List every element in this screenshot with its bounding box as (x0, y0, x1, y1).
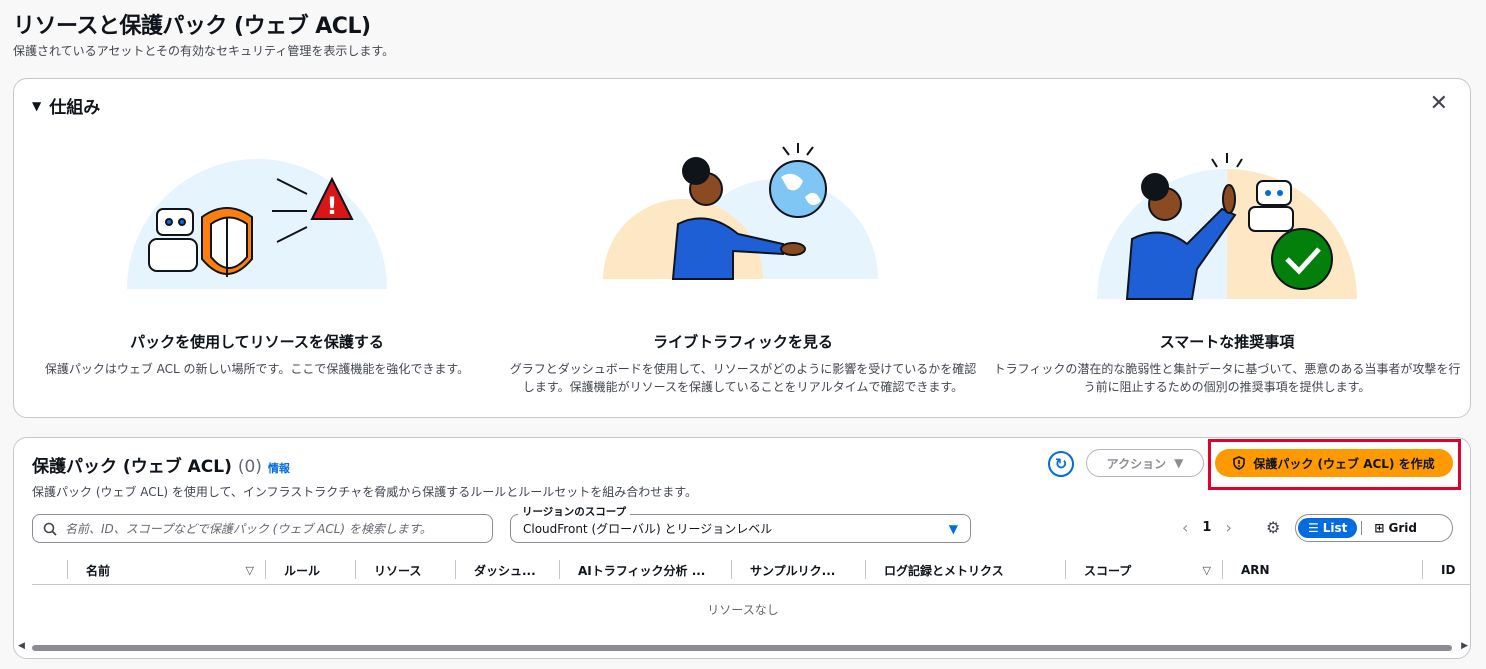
column-header-id[interactable]: ID (1423, 555, 1470, 585)
grid-icon: ⊞ (1374, 521, 1385, 535)
search-box (32, 514, 493, 543)
shield-icon (1233, 456, 1246, 470)
person-globe-illustration (603, 143, 878, 280)
sort-icon[interactable]: ▽ (246, 564, 254, 577)
view-list-button[interactable]: ☰ List (1298, 518, 1358, 538)
scope-value: CloudFront (グローバル) とリージョンレベル (523, 522, 773, 536)
how-it-works-title: 仕組み (49, 98, 101, 118)
feature-smart-recommendations: スマートな推奨事項 トラフィックの潜在的な脆弱性と集計データに基づいて、悪意のあ… (992, 139, 1462, 396)
page-title: リソースと保護パック (ウェブ ACL) (13, 14, 371, 39)
page-description: 保護されているアセットとその有効なセキュリティ管理を表示します。 (13, 44, 395, 58)
column-header-ai-traffic[interactable]: AIトラフィック分析 ... (560, 555, 732, 585)
chevron-left-icon[interactable]: ‹ (1182, 518, 1188, 537)
caret-down-icon: ▼ (948, 521, 958, 536)
column-header-name[interactable]: 名前 ▽ (68, 555, 266, 585)
table-description: 保護パック (ウェブ ACL) を使用して、インフラストラクチャを脅威から保護す… (32, 485, 697, 499)
feature-title: スマートな推奨事項 (1159, 333, 1295, 351)
caret-down-icon: ▼ (1174, 456, 1184, 470)
how-it-works-toggle[interactable]: ▼ 仕組み (32, 93, 100, 118)
view-toggle: ☰ List ⊞ Grid (1295, 514, 1453, 542)
pagination: ‹ 1 › (1182, 518, 1232, 537)
column-header-resources[interactable]: リソース (356, 555, 456, 585)
sort-icon[interactable]: ▽ (1203, 564, 1211, 577)
feature-title: ライブトラフィックを見る (653, 333, 833, 351)
close-icon[interactable]: ✕ (1430, 93, 1448, 115)
feature-live-traffic: ライブトラフィックを見る グラフとダッシュボードを使用して、リソースがどのように… (508, 139, 978, 396)
info-link[interactable]: 情報 (268, 460, 290, 476)
scroll-left-icon[interactable]: ◀ (18, 641, 25, 651)
refresh-icon: ↻ (1054, 455, 1068, 473)
page-number[interactable]: 1 (1202, 520, 1211, 535)
actions-label: アクション (1106, 456, 1167, 471)
gear-icon[interactable]: ⚙ (1266, 518, 1280, 537)
column-header-dashboard[interactable]: ダッシュ... (456, 555, 560, 585)
refresh-button[interactable]: ↻ (1048, 451, 1074, 477)
column-header-logging-metrics[interactable]: ログ記録とメトリクス (866, 555, 1066, 585)
column-header-rules[interactable]: ルール (266, 555, 356, 585)
actions-dropdown[interactable]: アクション ▼ (1086, 449, 1204, 477)
create-protection-pack-button[interactable]: 保護パック (ウェブ ACL) を作成 (1215, 449, 1453, 477)
create-label: 保護パック (ウェブ ACL) を作成 (1253, 456, 1435, 471)
table-header: 保護パック (ウェブ ACL) (0) 情報 (32, 452, 290, 477)
feature-protect: ! パックを使用してリソースを保護する 保護パックはウェブ ACL の新しい場所… (22, 139, 492, 378)
empty-state: リソースなし (707, 603, 779, 617)
caret-down-icon: ▼ (32, 98, 42, 113)
divider (1361, 521, 1363, 535)
scroll-right-icon[interactable]: ▶ (1461, 641, 1468, 651)
robot-shield-illustration: ! (127, 159, 387, 289)
column-header-arn[interactable]: ARN (1223, 555, 1423, 585)
table-title: 保護パック (ウェブ ACL) (32, 457, 232, 477)
view-grid-label: Grid (1388, 521, 1417, 535)
search-icon (43, 522, 57, 536)
list-icon: ☰ (1308, 521, 1319, 535)
item-count: (0) (237, 457, 262, 477)
how-it-works-panel: ▼ 仕組み ✕ ! パックを使用してリソースを保護する 保護パックはウェブ AC… (13, 78, 1471, 418)
person-robot-highfive-illustration (1097, 153, 1357, 300)
view-grid-button[interactable]: ⊞ Grid (1366, 518, 1425, 538)
column-select (32, 555, 68, 585)
search-input[interactable] (65, 521, 475, 536)
scope-label: リージョンのスコープ (518, 504, 631, 519)
scrollbar-thumb[interactable] (32, 645, 1452, 651)
feature-title: パックを使用してリソースを保護する (130, 333, 384, 351)
feature-description: 保護パックはウェブ ACL の新しい場所です。ここで保護機能を強化できます。 (44, 362, 470, 376)
table-header-row: 名前 ▽ ルール リソース ダッシュ... AIトラフィック分析 ... サンプ… (32, 555, 1470, 585)
view-list-label: List (1322, 521, 1348, 535)
chevron-right-icon[interactable]: › (1225, 518, 1231, 537)
column-header-sample-requests[interactable]: サンプルリク... (732, 555, 866, 585)
horizontal-scrollbar[interactable]: ◀ ▶ (18, 641, 1468, 653)
svg-text:!: ! (327, 192, 338, 220)
column-header-scope[interactable]: スコープ ▽ (1066, 555, 1223, 585)
feature-description: トラフィックの潜在的な脆弱性と集計データに基づいて、悪意のある当事者が攻撃を行う… (993, 362, 1461, 394)
protection-packs-table-panel: 保護パック (ウェブ ACL) (0) 情報 保護パック (ウェブ ACL) を… (13, 437, 1471, 659)
feature-description: グラフとダッシュボードを使用して、リソースがどのように影響を受けているかを確認し… (509, 362, 977, 394)
